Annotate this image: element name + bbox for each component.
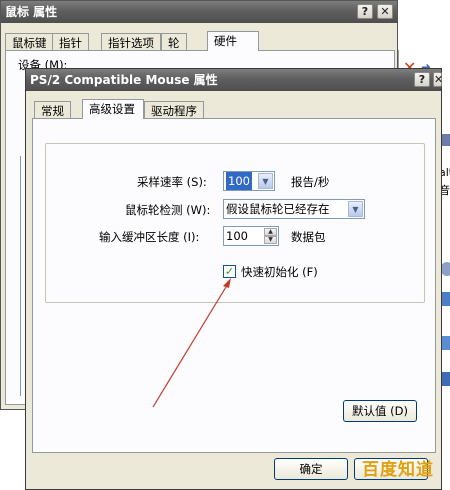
buffer-length-stepper[interactable]: 100 ▲ ▼ (223, 226, 279, 246)
outer-help-button[interactable]: ? (357, 4, 373, 19)
sample-rate-value: 100 (226, 172, 252, 190)
tab-pointer-options[interactable]: 指针选项 (101, 33, 161, 51)
settings-group-box (45, 143, 425, 303)
disk-icon (441, 134, 450, 146)
chevron-down-icon[interactable]: ▼ (258, 173, 273, 189)
sample-rate-dropdown[interactable]: 100 ▼ (223, 171, 275, 191)
dialog-title: PS/2 Compatible Mouse 属性 (30, 73, 218, 87)
baidu-zhidao-watermark: 百度知道 (362, 460, 434, 480)
computer-icon (441, 336, 450, 350)
wheel-detection-label: 鼠标轮检测 (W): (125, 203, 211, 217)
wheel-detection-dropdown[interactable]: 假设鼠标轮已经存在 ▼ (223, 199, 365, 219)
ps2-mouse-properties-dialog: PS/2 Compatible Mouse 属性 ? ✕ 常规 高级设置 驱动程… (25, 68, 443, 490)
sample-rate-unit: 报告/秒 (291, 175, 330, 189)
outer-window-title: 鼠标 属性 (5, 5, 58, 19)
buffer-length-value: 100 (226, 229, 248, 243)
globe-icon (441, 262, 450, 276)
tab-hardware[interactable]: 硬件 (207, 31, 259, 51)
outer-title-bar: 鼠标 属性 (1, 1, 397, 23)
wheel-detection-value: 假设鼠标轮已经存在 (226, 202, 330, 216)
dialog-help-button[interactable]: ? (414, 72, 430, 87)
printer-icon (441, 372, 450, 386)
tab-driver[interactable]: 驱动程序 (144, 101, 204, 119)
tab-general[interactable]: 常规 (34, 101, 71, 119)
tab-advanced-settings[interactable]: 高级设置 (82, 99, 144, 119)
dialog-title-bar: PS/2 Compatible Mouse 属性 (26, 69, 441, 91)
outer-close-button[interactable]: ✕ (377, 4, 393, 19)
tab-pointers[interactable]: 指针 (52, 33, 89, 51)
spin-down-icon[interactable]: ▼ (264, 236, 277, 244)
tab-buttons[interactable]: 鼠标键 (5, 33, 54, 51)
tab-wheel[interactable]: 轮 (161, 33, 187, 51)
fast-init-label[interactable]: 快速初始化 (F) (241, 264, 318, 280)
spin-up-icon[interactable]: ▲ (264, 228, 277, 236)
chevron-down-icon[interactable]: ▼ (348, 201, 363, 217)
sample-rate-label: 采样速率 (S): (137, 175, 207, 189)
defaults-button[interactable]: 默认值 (D) (343, 400, 417, 422)
dialog-close-button[interactable]: ✕ (433, 72, 443, 87)
network-icon (441, 292, 450, 306)
ok-button[interactable]: 确定 (274, 458, 348, 480)
buffer-length-label: 输入缓冲区长度 (I): (99, 230, 200, 244)
buffer-length-unit: 数据包 (291, 230, 326, 244)
advanced-settings-panel: 采样速率 (S): 100 ▼ 报告/秒 鼠标轮检测 (W): 假设鼠标轮已经存… (32, 118, 436, 453)
fast-init-checkbox[interactable]: ✓ (223, 265, 236, 278)
